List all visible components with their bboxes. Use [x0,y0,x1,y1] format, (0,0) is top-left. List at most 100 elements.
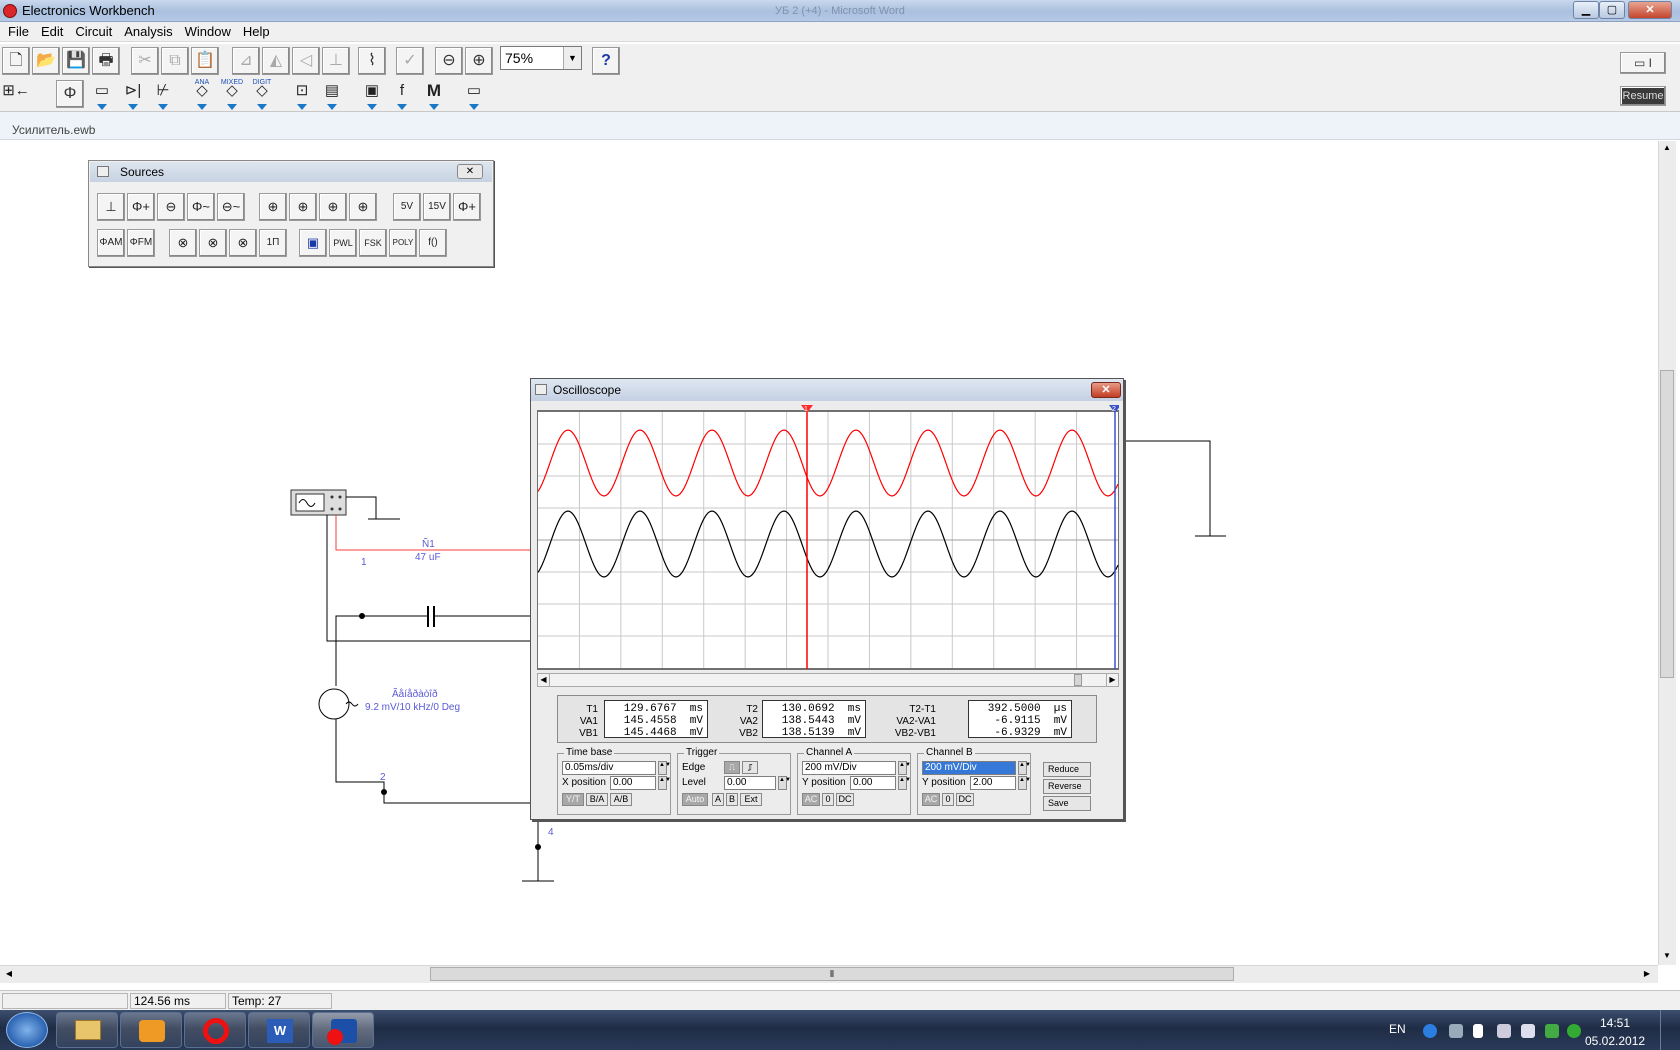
channel-a-ypos-spinner[interactable]: ▲▼ [898,776,911,790]
vcvs-osc-icon[interactable]: ⊗ [169,229,197,257]
vc-triangle-icon[interactable]: ⊗ [199,229,227,257]
network-icon[interactable] [1521,1024,1535,1038]
scroll-right-icon[interactable]: ▶ [1106,674,1118,686]
fsk-source-icon[interactable]: FSK [359,229,387,257]
trigger-level-field[interactable]: 0.00 [724,776,776,790]
scroll-down-icon[interactable]: ▼ [1660,949,1674,963]
fm-source-icon[interactable]: ΦFM [127,229,155,257]
zoom-in-icon[interactable]: ⊕ [465,47,493,75]
channel-b-ypos-spinner[interactable]: ▲▼ [1018,776,1031,790]
menu-circuit[interactable]: Circuit [69,22,118,41]
menu-help[interactable]: Help [237,22,276,41]
ac-voltage-source-icon[interactable]: Φ~ [187,193,215,221]
horizontal-scroll-thumb[interactable]: ⦀ [430,967,1234,981]
zoom-out-icon[interactable]: ⊖ [435,47,463,75]
bluetooth-icon[interactable] [1423,1024,1437,1038]
download-icon[interactable] [1545,1024,1559,1038]
x-position-spinner[interactable]: ▲▼ [658,776,671,790]
vcvs-icon[interactable]: ⊕ [259,193,287,221]
create-subcircuit-icon[interactable]: ✓ [396,47,424,75]
cut-icon[interactable]: ✂ [131,47,159,75]
maximize-button[interactable]: ▢ [1599,1,1625,19]
channel-a-scale-field[interactable]: 200 mV/Div [802,761,896,775]
falling-edge-icon[interactable]: ⎎ [742,761,758,774]
copy-icon[interactable]: ⧉ [161,47,189,75]
clock-date[interactable]: 05.02.2012 [1585,1034,1645,1048]
menu-file[interactable]: File [2,22,35,41]
vccs-icon[interactable]: ⊕ [289,193,317,221]
new-file-icon[interactable]: 🗋 [2,47,30,75]
pwl-source-icon[interactable]: PWL [329,229,357,257]
piecewise-source-icon[interactable]: ▣ [299,229,327,257]
oscilloscope-close-button[interactable]: ✕ [1091,382,1121,398]
input-language[interactable]: EN [1389,1022,1406,1036]
channel-a-zero-button[interactable]: 0 [822,793,834,806]
reduce-button[interactable]: Reduce [1043,762,1091,777]
indicators-bin-icon[interactable]: ▣ [358,80,386,110]
channel-b-ypos-field[interactable]: 2.00 [970,776,1016,790]
yt-mode-button[interactable]: Y/T [562,793,584,806]
window-tray-icon[interactable] [1449,1024,1463,1038]
flip-vertical-icon[interactable]: ◁ [292,47,320,75]
print-icon[interactable]: 🖶 [92,47,120,75]
chevron-down-icon[interactable]: ▼ [563,47,581,69]
scroll-thumb[interactable] [1074,674,1082,686]
flag-icon[interactable] [1473,1024,1483,1038]
vc-square-icon[interactable]: ⊗ [229,229,257,257]
digital-bin-icon[interactable]: ▤ [318,80,346,110]
controls-bin-icon[interactable]: f [388,80,416,110]
channel-b-scale-spinner[interactable]: ▲▼ [1018,761,1031,775]
close-button[interactable]: ✕ [1628,1,1672,19]
channel-a-ypos-field[interactable]: 0.00 [850,776,896,790]
x-position-field[interactable]: 0.00 [610,776,656,790]
digital-ics-bin-icon[interactable]: DIGIT ◇ [248,79,276,110]
battery-icon[interactable]: Φ+ [127,193,155,221]
menu-edit[interactable]: Edit [35,22,69,41]
miscellaneous-bin-icon[interactable]: M [420,80,448,110]
trigger-auto-button[interactable]: Auto [682,793,708,806]
channel-a-scale-spinner[interactable]: ▲▼ [898,761,911,775]
vertical-scroll-thumb[interactable] [1660,370,1674,678]
open-folder-icon[interactable]: 📂 [32,47,60,75]
word-taskbar-icon[interactable]: W [248,1012,310,1048]
nonlinear-source-icon[interactable]: f() [419,229,447,257]
sources-close-button[interactable]: ✕ [457,164,483,179]
dc-current-source-icon[interactable]: ⊖ [157,193,185,221]
minimize-button[interactable]: ▁ [1573,1,1599,19]
scroll-up-icon[interactable]: ▲ [1660,141,1674,155]
instruments-bin-icon[interactable]: ▭ [460,80,488,110]
resume-button[interactable]: Resume [1620,86,1666,106]
ba-mode-button[interactable]: B/A [586,793,608,806]
channel-b-scale-field[interactable]: 200 mV/Div [922,761,1016,775]
scroll-left-icon[interactable]: ◀ [2,967,16,981]
time-base-spinner[interactable]: ▲▼ [658,761,671,775]
channel-b-zero-button[interactable]: 0 [942,793,954,806]
clock-source-icon[interactable]: Φ+ [453,193,481,221]
opera-taskbar-icon[interactable] [184,1012,246,1048]
analog-ics-bin-icon[interactable]: ANA ◇ [188,79,216,110]
am-source-icon[interactable]: ΦAM [97,229,125,257]
paste-icon[interactable]: 📋 [191,47,219,75]
channel-a-dc-button[interactable]: DC [836,793,854,806]
trigger-b-button[interactable]: B [726,793,738,806]
mixed-ics-bin-icon[interactable]: MIXED ◇ [218,79,246,110]
ab-mode-button[interactable]: A/B [610,793,632,806]
show-desktop-button[interactable] [1660,1010,1680,1050]
favorites-bin-icon[interactable]: ⊞← [2,80,30,110]
ccvs-icon[interactable]: ⊕ [319,193,347,221]
scroll-right-icon[interactable]: ▶ [1640,967,1654,981]
diodes-bin-icon[interactable]: ⊳| [119,80,147,110]
power-switch-icon[interactable]: ▭ I [1620,52,1666,74]
scroll-left-icon[interactable]: ◀ [538,674,550,686]
graphs-icon[interactable]: ⌇ [358,47,386,75]
menu-window[interactable]: Window [179,22,237,41]
ground-icon[interactable]: ⊥ [97,193,125,221]
save-icon[interactable]: 💾 [62,47,90,75]
vcc-source-icon[interactable]: 5V [393,193,421,221]
cccs-icon[interactable]: ⊕ [349,193,377,221]
logic-gates-bin-icon[interactable]: ⊡ [288,80,316,110]
volume-icon[interactable] [1497,1024,1511,1038]
component-properties-icon[interactable]: ⊥ [322,47,350,75]
flip-horizontal-icon[interactable]: ◭ [262,47,290,75]
save-data-button[interactable]: Save [1043,796,1091,811]
